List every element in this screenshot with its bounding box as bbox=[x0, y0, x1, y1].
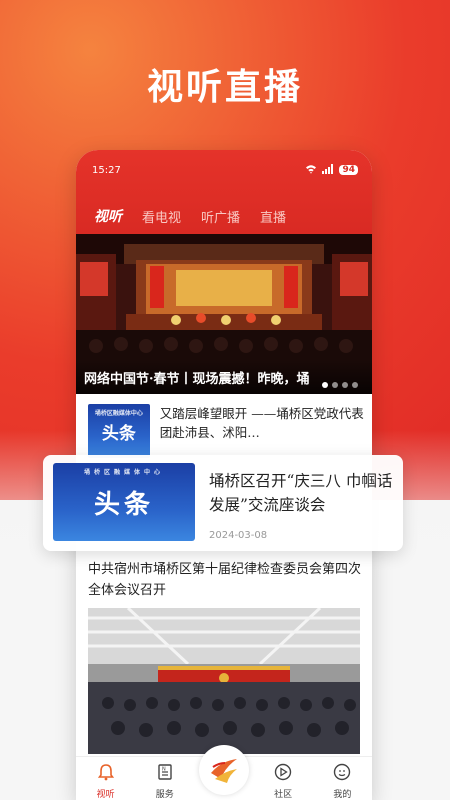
nav-item-shiting[interactable]: 视听 bbox=[81, 763, 131, 800]
tab-live[interactable]: 直播 bbox=[260, 207, 286, 226]
featured-banner[interactable]: 网络中国节·春节丨现场震撼！昨晚，埇 bbox=[76, 234, 372, 394]
tab-radio[interactable]: 听广播 bbox=[201, 207, 240, 226]
user-icon bbox=[333, 763, 351, 785]
nav-item-profile[interactable]: 我的 bbox=[317, 763, 367, 800]
channel-tabs: 视听 看电视 听广播 直播 bbox=[94, 206, 286, 226]
tab-watch-tv[interactable]: 看电视 bbox=[142, 207, 181, 226]
bottom-navigation: 视听 N 服务 社区 我的 bbox=[76, 745, 372, 800]
nav-label: 视听 bbox=[96, 790, 115, 800]
news-title: 埇桥区召开“庆三八 巾帼话发展”交流座谈会 bbox=[209, 472, 393, 515]
nav-label: 我的 bbox=[333, 790, 352, 800]
banner-caption: 网络中国节·春节丨现场震撼！昨晚，埇 bbox=[76, 360, 372, 394]
app-logo-icon bbox=[198, 745, 249, 795]
thumbnail-brand: 埇桥区融媒体中心 bbox=[83, 469, 164, 476]
app-header: 15:27 94 视听 看电视 听广播 直播 bbox=[76, 150, 372, 234]
thumbnail-brand: 埇桥区融媒体中心 bbox=[94, 410, 143, 417]
signal-icon bbox=[322, 163, 334, 177]
carousel-dot[interactable] bbox=[352, 382, 358, 388]
highlighted-news-card[interactable]: 埇桥区融媒体中心 头条 埇桥区召开“庆三八 巾帼话发展”交流座谈会 2024-0… bbox=[43, 455, 403, 551]
thumbnail-text: 头条 bbox=[93, 489, 154, 520]
conference-hall-image bbox=[88, 608, 360, 754]
tab-shiting[interactable]: 视听 bbox=[94, 206, 122, 226]
nav-label: 服务 bbox=[155, 790, 174, 800]
carousel-dot[interactable] bbox=[342, 382, 348, 388]
status-time: 15:27 bbox=[92, 164, 121, 176]
carousel-dot[interactable] bbox=[322, 382, 328, 388]
carousel-dot[interactable] bbox=[332, 382, 338, 388]
thumbnail-text: 头条 bbox=[101, 423, 136, 444]
nav-label: 社区 bbox=[274, 790, 293, 800]
nav-item-home[interactable] bbox=[198, 745, 249, 795]
play-icon bbox=[274, 763, 292, 785]
wifi-icon bbox=[305, 164, 317, 177]
promo-title: 视听直播 bbox=[146, 67, 303, 108]
news-title[interactable]: 中共宿州市埇桥区第十届纪律检查委员会第四次全体会议召开 bbox=[88, 560, 364, 602]
meeting-photo[interactable] bbox=[88, 608, 360, 754]
document-icon: N bbox=[156, 763, 174, 785]
nav-item-service[interactable]: N 服务 bbox=[140, 763, 190, 800]
news-date: 2024-03-08 bbox=[209, 530, 268, 541]
status-bar: 15:27 94 bbox=[92, 162, 358, 178]
news-thumbnail: 埇桥区融媒体中心 头条 bbox=[53, 463, 195, 541]
svg-text:N: N bbox=[162, 767, 166, 773]
battery-indicator: 94 bbox=[339, 165, 358, 175]
carousel-indicator bbox=[322, 382, 358, 388]
news-thumbnail: 埇桥区融媒体中心 头条 bbox=[88, 404, 150, 458]
nav-item-community[interactable]: 社区 bbox=[258, 763, 308, 800]
bell-icon bbox=[97, 763, 115, 785]
